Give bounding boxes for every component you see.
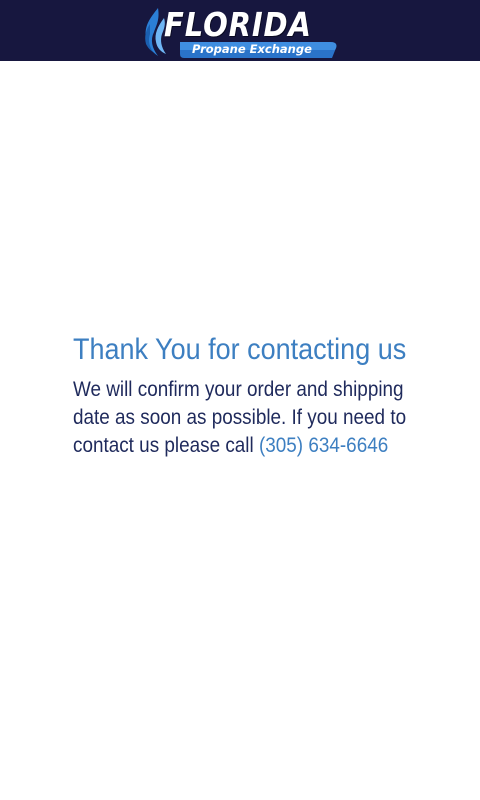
logo-subtitle: Propane Exchange — [192, 42, 312, 56]
confirmation-message: Thank You for contacting us We will conf… — [73, 330, 433, 460]
page-title: Thank You for contacting us — [73, 333, 407, 366]
logo-title: FLORIDA — [164, 5, 312, 44]
phone-link[interactable]: (305) 634-6646 — [259, 434, 388, 457]
confirmation-text: We will confirm your order and shipping … — [73, 376, 415, 460]
logo[interactable]: FLORIDA Propane Exchange — [140, 4, 340, 60]
header-bar: FLORIDA Propane Exchange — [0, 0, 480, 61]
